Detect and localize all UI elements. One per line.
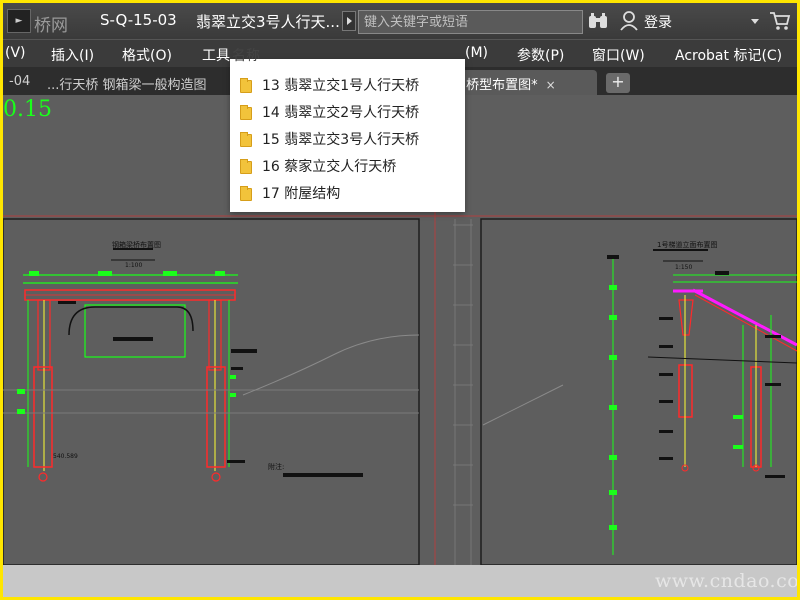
app-window: ► 桥网 S-Q-15-03 翡翠立交3号人行天... 登录 (V) 插入(I)… [3,3,797,597]
document-title: 翡翠立交3号人行天... [196,13,340,31]
chevron-down-icon[interactable] [751,19,759,24]
menu-acrobat-markup[interactable]: Acrobat 标记(C) [675,45,782,65]
search-input[interactable] [358,10,583,34]
dimension-label: 540.589 [53,453,78,460]
binoculars-icon[interactable] [588,12,608,30]
folder-item[interactable]: 17 附屋结构 [230,181,465,208]
left-drawing-title: 钢箱梁桥布置图 [112,240,161,249]
close-icon[interactable]: × [546,78,556,92]
left-bridge-elevation [3,248,420,482]
document-code: S-Q-15-03 [100,11,177,29]
folder-icon [240,105,252,120]
folder-label: 13 翡翠立交1号人行天桥 [262,78,420,94]
right-drawing-title: 1号梯道立面布置图 [657,240,717,249]
menu-insert[interactable]: 插入(I) [51,45,94,65]
dropdown-header: 名称 [232,48,260,64]
menu-format[interactable]: 格式(O) [122,45,172,65]
folder-icon [240,78,252,93]
watermark: www.cndao.com [655,570,797,592]
application-menu-button[interactable]: ► [7,9,31,33]
menu-modify[interactable]: (M) [465,45,488,61]
tab-label: -04 [9,74,31,89]
menu-tools[interactable]: 工具 [202,45,230,65]
new-tab-button[interactable]: + [606,73,630,93]
right-stair-elevation [482,249,797,555]
folder-list: 13 翡翠立交1号人行天桥 14 翡翠立交2号人行天桥 15 翡翠立交3号人行天… [230,73,465,208]
login-button[interactable]: 登录 [644,12,672,32]
folder-item[interactable]: 15 翡翠立交3号人行天桥 [230,127,465,154]
folder-icon [240,132,252,147]
note-label: 附注: [268,462,284,471]
folder-icon [240,186,252,201]
folder-item[interactable]: 14 翡翠立交2号人行天桥 [230,100,465,127]
tab-document-04[interactable]: -04 [3,70,36,95]
menu-parametric[interactable]: 参数(P) [517,45,564,65]
tab-steel-box-girder[interactable]: ...行天桥 钢箱梁一般构造图 [41,70,213,95]
left-drawing-scale: 1:100 [125,262,142,269]
right-drawing-scale: 1:150 [675,264,692,271]
folder-item[interactable]: 16 蔡家立交人行天桥 [230,154,465,181]
folder-dropdown[interactable]: 名称 13 翡翠立交1号人行天桥 14 翡翠立交2号人行天桥 15 翡翠立交3号… [230,48,465,212]
search-expand-button[interactable] [342,11,356,31]
menu-view[interactable]: (V) [5,45,26,61]
folder-item[interactable]: 13 翡翠立交1号人行天桥 [230,73,465,100]
cart-icon[interactable] [769,11,791,31]
menu-window[interactable]: 窗口(W) [592,45,645,65]
folder-label: 17 附屋结构 [262,186,341,202]
folder-icon [240,159,252,174]
folder-label: 14 翡翠立交2号人行天桥 [262,105,420,121]
user-icon[interactable] [620,11,638,31]
brand-logo: 桥网 [34,16,68,36]
tab-label: ...行天桥 钢箱梁一般构造图 [47,78,207,93]
folder-label: 15 翡翠立交3号人行天桥 [262,132,420,148]
title-bar: ► 桥网 S-Q-15-03 翡翠立交3号人行天... 登录 [3,3,797,39]
tab-bridge-layout[interactable]: 桥 桥型布置图* × [443,70,597,95]
folder-label: 16 蔡家立交人行天桥 [262,159,397,175]
